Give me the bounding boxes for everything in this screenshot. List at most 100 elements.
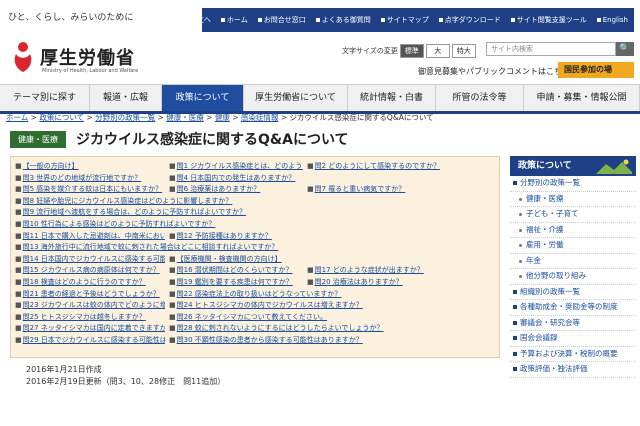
qa-link[interactable]: 問30 不顕性感染の患者から感染する可能性はありますか？ (177, 336, 363, 344)
sidebar-item[interactable]: 組織別の政策一覧 (510, 285, 636, 300)
utility-link-braille[interactable]: 点字ダウンロード (438, 15, 501, 25)
qa-link[interactable]: 問21 患者の経過と予後はどうでしょうか？ (23, 290, 160, 298)
nav-press[interactable]: 報道・広報 (90, 85, 162, 111)
square-bullet-icon (183, 18, 188, 22)
qa-link[interactable]: 問17 どのような症状が出ますか？ (315, 266, 424, 274)
sidebar-item[interactable]: 子ども・子育て (510, 207, 636, 223)
breadcrumb-link[interactable]: 健康・医療 (166, 113, 204, 122)
square-bullet-icon: ■ (15, 243, 22, 252)
qa-link[interactable]: 問27 ネッタイシマカは国内に定着できますか？ (23, 324, 165, 332)
qa-link[interactable]: 問13 海外旅行中に流行地域で蚊に刺された場合はどこに相談すればよいですか？ (23, 243, 279, 251)
qa-link[interactable]: 問28 蚊に刺されないようにするにはどうしたらよいでしょうか？ (177, 324, 384, 332)
qa-item: ■問18 検査はどのように行うのですか？ (15, 277, 165, 288)
square-bullet-icon (596, 18, 601, 22)
qa-link[interactable]: 問5 感染を媒介する蚊は日本にもいますか？ (23, 185, 163, 193)
public-comment-link[interactable]: 御意見募集やパブリックコメントはこちら (418, 66, 570, 77)
qa-link[interactable]: 問18 検査はどのように行うのですか？ (23, 278, 146, 286)
square-bullet-icon (438, 18, 443, 22)
qa-link[interactable]: 問6 治療薬はありますか？ (177, 185, 261, 193)
sidebar-item[interactable]: 各種助成金・奨励金等の制度 (510, 300, 636, 316)
qa-item: ■問20 治療法はありますか？ (307, 277, 493, 288)
qa-link[interactable]: 問15 ジカウイルス病の病原体は何ですか？ (23, 266, 160, 274)
sidebar-item[interactable]: 予算および決算・税制の概要 (510, 347, 636, 362)
search-input[interactable]: サイト内検索 (486, 42, 616, 56)
breadcrumb-link[interactable]: 政策について (39, 113, 84, 122)
qa-link[interactable]: 問24 ヒトスジシマカの体内でジカウイルスは増えますか？ (177, 301, 363, 309)
nav-policy[interactable]: 政策について (162, 85, 244, 111)
sidebar-list: 分野別の政策一覧 健康・医療 子ども・子育て 福祉・介護 雇用・労働 年金 他分野の取り組み… (510, 176, 636, 378)
square-bullet-icon: ■ (169, 289, 176, 298)
nav-about[interactable]: 厚生労働省について (244, 85, 348, 111)
qa-link[interactable]: 問9 流行地域へ渡航をする場合は、どのように予防すればよいですか？ (23, 208, 246, 216)
qa-link[interactable]: 問26 ネッタイシマカについて教えてください。 (177, 313, 327, 321)
utility-link-home[interactable]: ホーム (220, 15, 248, 25)
breadcrumb-link[interactable]: 健康 (215, 113, 230, 122)
qa-link[interactable]: 問2 どのようにして感染するのですか？ (315, 162, 440, 170)
qa-row: ■問23 ジカウイルスは蚊の体内でどのように増えますか？■問24 ヒトスジシマカ… (11, 300, 497, 311)
qa-link[interactable]: 問7 罹ると重い病気ですか？ (315, 185, 406, 193)
font-size-large-button[interactable]: 大 (425, 44, 450, 58)
utility-link-english[interactable]: English (596, 16, 628, 24)
square-bullet-icon: ■ (15, 254, 22, 263)
sidebar-item[interactable]: 健康・医療 (510, 192, 636, 207)
qa-link[interactable]: 問23 ジカウイルスは蚊の体内でどのように増えますか？ (23, 301, 165, 309)
nav-theme[interactable]: テーマ別に探す (0, 85, 90, 111)
search-icon[interactable]: 🔍 (616, 42, 634, 56)
sidebar-item[interactable]: 国会会議録 (510, 331, 636, 347)
qa-link[interactable]: 【医療機関・検査機関の方向け】 (177, 255, 282, 263)
qa-item: ■問28 蚊に刺されないようにするにはどうしたらよいでしょうか？ (169, 323, 493, 334)
qa-link[interactable]: 問25 ヒトスジシマカは越冬しますか？ (23, 313, 146, 321)
qa-link[interactable]: 問22 感染症法上の取り扱いはどうなっていますか？ (177, 290, 342, 298)
utility-links: 本文へ ホーム お問合せ窓口 よくある御質問 サイトマップ 点字ダウンロード サ… (183, 8, 634, 32)
utility-link-sitemap[interactable]: サイトマップ (380, 15, 429, 25)
qa-link[interactable]: 問29 日本でジカウイルスに感染する可能性はありますか？ (23, 336, 165, 344)
font-size-standard-button[interactable]: 標準 (399, 44, 424, 58)
qa-row: ■問10 性行為による感染はどのように予防すればよいですか？ (11, 219, 497, 230)
sidebar-item[interactable]: 福祉・介護 (510, 223, 636, 238)
sidebar-item[interactable]: 雇用・労働 (510, 238, 636, 254)
breadcrumb-link[interactable]: 感染症情報 (241, 113, 279, 122)
qa-link[interactable]: 問12 予防接種はありますか？ (177, 232, 272, 240)
square-bullet-icon: ■ (15, 336, 22, 344)
sidebar-item[interactable]: 他分野の取り組み (510, 269, 636, 285)
sidebar-item[interactable]: 分野別の政策一覧 (510, 176, 636, 192)
font-size-xlarge-button[interactable]: 特大 (451, 44, 476, 58)
qa-link[interactable]: 問20 治療法はありますか？ (315, 278, 403, 286)
mhlw-logo-icon[interactable] (12, 40, 34, 74)
nav-statistics[interactable]: 統計情報・白書 (348, 85, 436, 111)
qa-item: ■問19 鑑別を要する疾患は何ですか？ (169, 277, 303, 288)
citizen-participation-button[interactable]: 国民参加の場 (558, 62, 634, 78)
qa-link[interactable]: 問19 鑑別を要する疾患は何ですか？ (177, 278, 293, 286)
qa-item: ■【一般の方向け】 (15, 161, 165, 172)
utility-label: English (602, 16, 628, 24)
sidebar-item[interactable]: 年金 (510, 254, 636, 269)
qa-item: ■問3 世界のどの地域が流行地ですか？ (15, 173, 165, 184)
qa-row: ■問21 患者の経過と予後はどうでしょうか？ ■問22 感染症法上の取り扱いはどう… (11, 289, 497, 300)
qa-link[interactable]: 問10 性行為による感染はどのように予防すればよいですか？ (23, 220, 216, 228)
utility-label: サイト閲覧支援ツール (516, 16, 587, 24)
qa-link[interactable]: 問16 潜伏期間はどのくらいですか？ (177, 266, 293, 274)
breadcrumb-link[interactable]: 分野別の政策一覧 (95, 113, 155, 122)
qa-link[interactable]: 問1 ジカウイルス感染症とは、どのような病気ですか？ (177, 162, 303, 170)
nav-laws[interactable]: 所管の法令等 (436, 85, 524, 111)
breadcrumb-link[interactable]: ホーム (6, 113, 28, 122)
qa-row: ■問3 世界のどの地域が流行地ですか？ ■問4 日本国内での発生はありますか？ (11, 173, 497, 184)
utility-link-skip[interactable]: 本文へ (183, 15, 211, 25)
logo-text[interactable]: 厚生労働省 (40, 44, 135, 70)
qa-item: ■問1 ジカウイルス感染症とは、どのような病気ですか？ (169, 161, 303, 172)
sidebar-item[interactable]: 政策評価・独法評価 (510, 362, 636, 378)
qa-link[interactable]: 問4 日本国内での発生はありますか？ (177, 174, 296, 182)
sidebar-item[interactable]: 審議会・研究会等 (510, 316, 636, 331)
utility-link-faq[interactable]: よくある御質問 (315, 15, 371, 25)
sidebar-title[interactable]: 政策について (510, 156, 636, 176)
qa-link[interactable]: 問11 日本で購入した忌避剤は、中南米においても効果がありますか？ (23, 232, 165, 240)
utility-link-contact[interactable]: お問合せ窓口 (257, 15, 306, 25)
utility-label: ホーム (226, 16, 248, 24)
qa-link[interactable]: 【一般の方向け】 (23, 162, 79, 170)
qa-link[interactable]: 問8 妊婦や胎児にジカウイルス感染症はどのように影響しますか？ (23, 197, 233, 205)
revised-date: 2016年2月19日更新（問3、10、28修正 問11追加） (26, 377, 226, 386)
nav-applications[interactable]: 申請・募集・情報公開 (524, 85, 640, 111)
utility-link-accessibility[interactable]: サイト閲覧支援ツール (510, 15, 587, 25)
qa-link[interactable]: 問14 日本国内でジカウイルスに感染する可能性はあるのでしょうか？ (23, 255, 165, 263)
qa-link[interactable]: 問3 世界のどの地域が流行地ですか？ (23, 174, 142, 182)
